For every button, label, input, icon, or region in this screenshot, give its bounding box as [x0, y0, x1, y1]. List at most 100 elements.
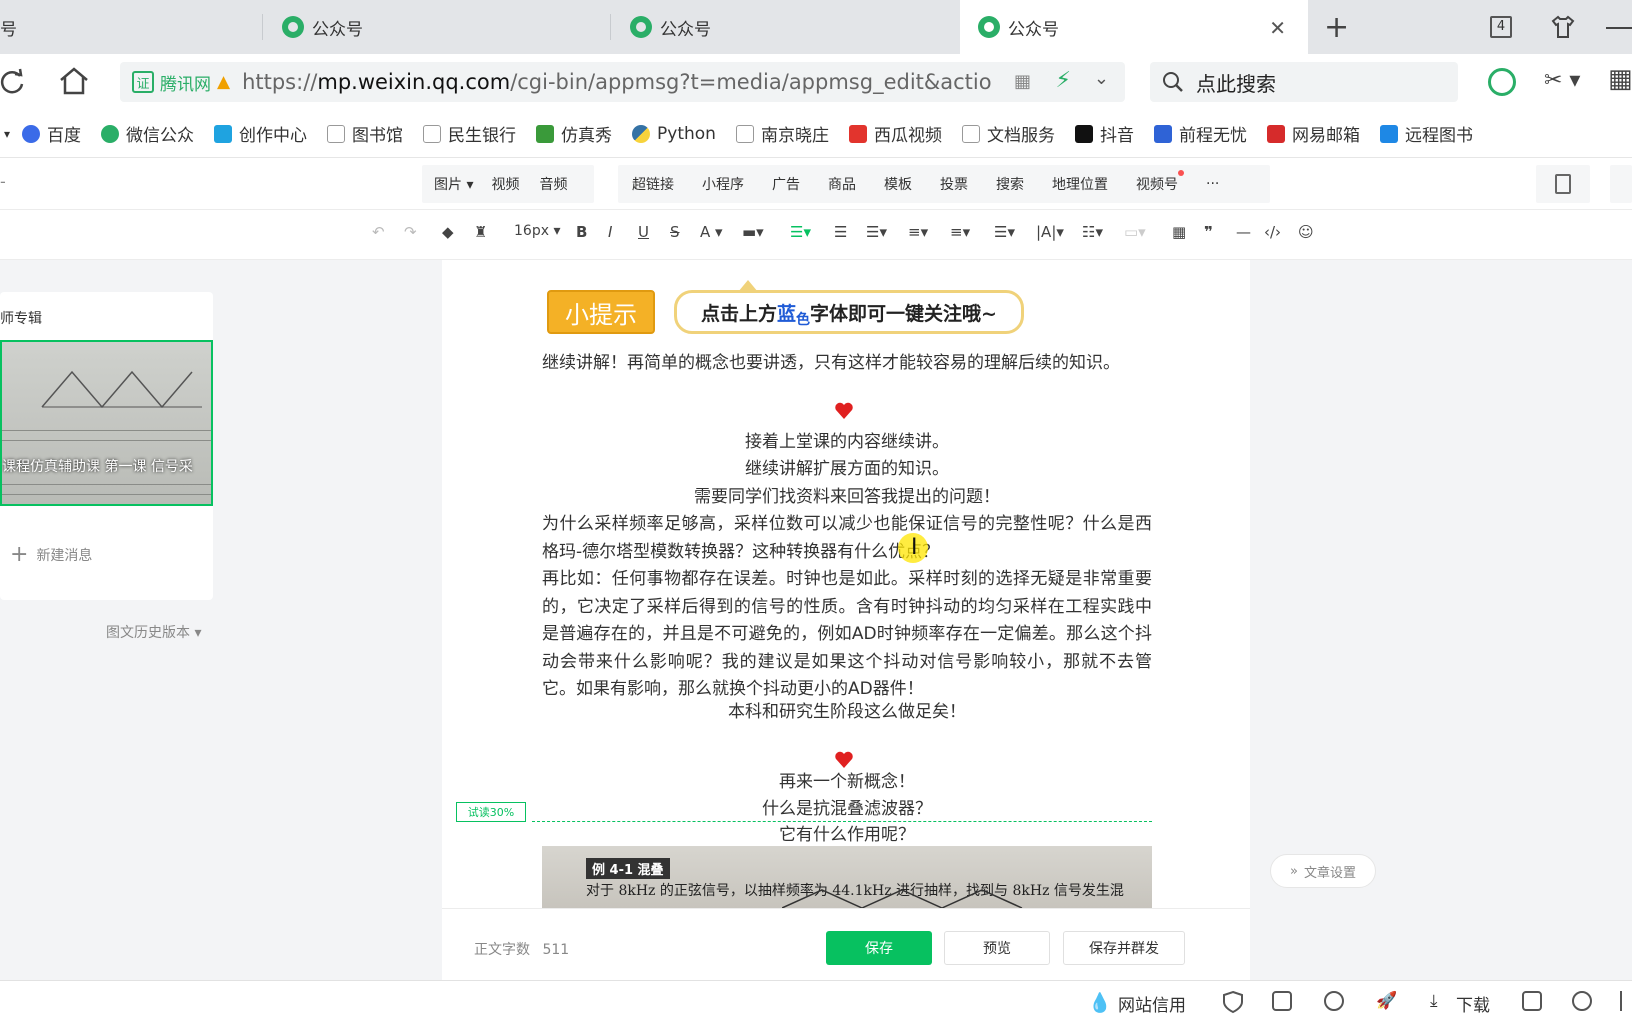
bookmark-expand-icon[interactable]: ▾ [4, 127, 10, 141]
url-bar[interactable]: 证 腾讯网 ▲ https:// mp.weixin.qq.com /cgi-b… [120, 62, 1125, 102]
insert-audio-button[interactable]: 音频 [529, 174, 577, 194]
close-tab-icon[interactable]: ✕ [1269, 16, 1286, 40]
image-icon[interactable] [1272, 991, 1292, 1011]
qr-code-icon[interactable]: ▦ [1014, 71, 1031, 92]
bold-icon[interactable]: B [576, 223, 587, 241]
paragraph[interactable]: 再比如：任何事物都存在误差。时钟也是如此。采样时刻的选择无疑是非常重要的，它决定… [542, 566, 1152, 704]
insert-location-button[interactable]: 地理位置 [1038, 174, 1122, 194]
bookmark-item[interactable]: 南京晓庄 [735, 121, 829, 146]
bookmark-item[interactable]: 西瓜视频 [848, 121, 942, 146]
bookmark-item[interactable]: Python [632, 124, 716, 144]
bullet-list-icon[interactable]: ☷▾ [1082, 223, 1103, 241]
wechat-extension-icon[interactable] [1488, 68, 1516, 96]
lightning-icon[interactable]: ⚡ [1056, 68, 1071, 93]
font-size-select[interactable]: 16px ▾ [514, 223, 560, 239]
download-icon[interactable]: ⤓ [1430, 991, 1438, 1011]
new-message-button[interactable]: + 新建消息 [10, 542, 92, 567]
chevron-down-icon[interactable]: ⌄ [1094, 68, 1109, 89]
centered-line[interactable]: 接着上堂课的内容继续讲。 [542, 429, 1152, 457]
side-button[interactable] [1610, 165, 1632, 203]
paragraph-spacing-icon[interactable]: ≡▾ [950, 223, 970, 241]
history-versions-link[interactable]: 图文历史版本 ▾ [106, 622, 201, 642]
article-editor[interactable]: 小提示 点击上方 蓝 色 字体即可一键关注哦~ 继续讲解！再简单的概念也要讲透，… [442, 260, 1250, 980]
panel-icon[interactable] [1620, 991, 1622, 1011]
align-center-icon[interactable]: ☰▾ [790, 223, 811, 241]
redo-icon[interactable]: ↷ [404, 223, 417, 241]
minimize-icon[interactable] [1606, 27, 1632, 29]
browser-tab-active[interactable]: 公众号 ✕ [960, 0, 1308, 54]
download-label[interactable]: 下载 [1456, 991, 1490, 1016]
textbook-image[interactable]: 例 4-1 混叠 对于 8kHz 的正弦信号，以抽样频率为 44.1kHz 进行… [542, 846, 1152, 908]
bookmark-item[interactable]: 微信公众 [101, 121, 194, 146]
insert-video-button[interactable]: 视频 [481, 174, 529, 194]
tab-count-icon[interactable]: 4 [1490, 16, 1512, 38]
browser-tab[interactable]: 号 [0, 0, 262, 54]
line-height-icon[interactable]: ≡▾ [908, 223, 928, 241]
bookmark-item[interactable]: 远程图书 [1379, 121, 1473, 146]
table-icon[interactable]: ▦ [1172, 223, 1186, 241]
scissors-icon[interactable]: ✂ ▾ [1544, 68, 1580, 93]
centered-line[interactable]: 再来一个新概念！ [542, 769, 1152, 797]
insert-channels-button[interactable]: 视频号 [1122, 170, 1192, 194]
format-painter-icon[interactable]: ♜ [474, 223, 487, 241]
bookmark-item[interactable]: 网易邮箱 [1266, 121, 1360, 146]
browser-tab[interactable]: 公众号 [282, 0, 602, 54]
print-icon[interactable] [1522, 991, 1542, 1011]
article-settings-button[interactable]: » 文章设置 [1270, 854, 1376, 888]
skin-shirt-icon[interactable] [1550, 14, 1576, 40]
quote-icon[interactable]: ❞ [1204, 223, 1213, 241]
shield-icon[interactable] [1222, 990, 1244, 1014]
undo-icon[interactable]: ↶ [372, 223, 385, 241]
centered-line[interactable]: 需要同学们找资料来回答我提出的问题！ [542, 484, 1152, 512]
insert-link-button[interactable]: 超链接 [618, 174, 688, 194]
centered-line[interactable]: 什么是抗混叠滤波器？ [542, 796, 1152, 824]
doc-button[interactable] [1536, 165, 1590, 203]
bookmark-item[interactable]: 民生银行 [423, 121, 516, 146]
font-color-select[interactable]: A ▾ [700, 223, 723, 241]
home-icon[interactable] [58, 66, 90, 96]
ie-icon[interactable] [1572, 991, 1592, 1011]
rocket-icon[interactable]: 🚀 [1376, 991, 1397, 1011]
emoji-icon[interactable]: ☺ [1298, 223, 1314, 241]
centered-line[interactable]: 本科和研究生阶段这么做足矣！ [542, 699, 1152, 727]
collapse-icon[interactable]: - [0, 172, 6, 191]
site-credit-label[interactable]: 网站信用 [1118, 991, 1186, 1016]
save-button[interactable]: 保存 [826, 931, 932, 965]
refresh-icon[interactable] [0, 68, 26, 96]
bookmark-item[interactable]: 仿真秀 [536, 121, 612, 146]
indent-icon[interactable]: ☰ [834, 223, 847, 241]
indent-list-icon[interactable]: ☰▾ [994, 223, 1015, 241]
article-thumbnail[interactable]: 课程仿真辅助课 第一课 信号采 [0, 340, 213, 506]
bookmark-item[interactable]: 百度 [22, 121, 81, 146]
eraser-icon[interactable]: ◆ [442, 223, 454, 241]
strikethrough-icon[interactable]: S [670, 223, 680, 241]
more-button[interactable]: ··· [1192, 176, 1233, 192]
insert-template-button[interactable]: 模板 [870, 174, 926, 194]
speed-icon[interactable] [1324, 991, 1344, 1011]
letter-spacing-icon[interactable]: |A|▾ [1036, 223, 1064, 241]
italic-icon[interactable]: I [608, 223, 612, 241]
preview-button[interactable]: 预览 [944, 931, 1050, 965]
apps-grid-icon[interactable]: ▦ [1608, 64, 1632, 94]
insert-image-button[interactable]: 图片 ▾ [422, 174, 481, 194]
divider-icon[interactable]: — [1236, 223, 1251, 241]
browser-tab[interactable]: 公众号 [630, 0, 950, 54]
bookmark-item[interactable]: 前程无忧 [1153, 121, 1247, 146]
bookmark-item[interactable]: 抖音 [1074, 121, 1134, 146]
underline-icon[interactable]: U [638, 223, 649, 241]
align-justify-icon[interactable]: ☰▾ [866, 223, 887, 241]
trial-read-badge[interactable]: 试读30% [456, 802, 526, 822]
bookmark-item[interactable]: 图书馆 [327, 121, 403, 146]
insert-vote-button[interactable]: 投票 [926, 174, 982, 194]
paragraph[interactable]: 为什么采样频率足够高，采样位数可以减少也能保证信号的完整性呢？什么是西格玛-德尔… [542, 511, 1152, 566]
insert-search-button[interactable]: 搜索 [982, 174, 1038, 194]
save-and-send-button[interactable]: 保存并群发 [1063, 931, 1185, 965]
insert-product-button[interactable]: 商品 [814, 174, 870, 194]
centered-line[interactable]: 继续讲解扩展方面的知识。 [542, 456, 1152, 484]
new-tab-icon[interactable]: + [1324, 10, 1349, 45]
bookmark-item[interactable]: 创作中心 [214, 121, 307, 146]
paragraph[interactable]: 继续讲解！再简单的概念也要讲透，只有这样才能较容易的理解后续的知识。 [542, 350, 1152, 378]
insert-ad-button[interactable]: 广告 [758, 174, 814, 194]
bookmark-item[interactable]: 文档服务 [961, 121, 1055, 146]
code-icon[interactable]: ‹/› [1264, 223, 1281, 241]
